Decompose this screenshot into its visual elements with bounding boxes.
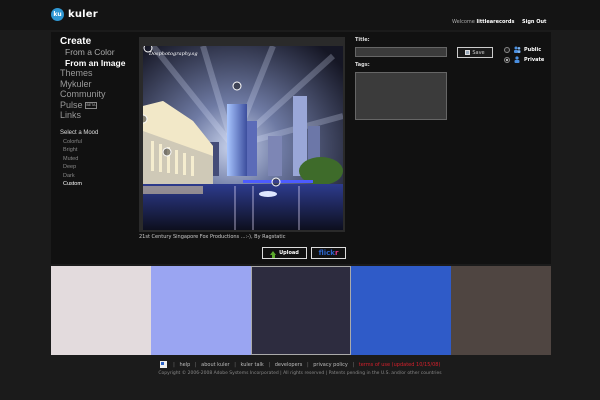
footer-link-privacy[interactable]: privacy policy [313,362,348,368]
source-photo: Dosphotography.sg [143,46,343,230]
left-nav: Create From a Color From an Image Themes… [60,36,125,189]
private-label: Private [524,57,545,63]
color-picker-handle[interactable] [143,114,148,124]
upload-button[interactable]: Upload [262,247,307,259]
footer-link-kuler-talk[interactable]: kuler talk [240,362,263,368]
night-skyline-image: Dosphotography.sg [143,46,343,230]
copyright-text: Copyright © 2006-2008 Adobe Systems Inco… [158,371,442,376]
footer-link-help[interactable]: help [179,362,190,368]
mood-custom[interactable]: Custom [60,180,125,189]
swatch-3[interactable] [251,266,351,355]
save-label: Save [472,49,485,56]
color-picker-handle[interactable] [271,177,281,187]
title-label: Title: [355,37,370,43]
mood-muted[interactable]: Muted [60,155,125,164]
color-picker-handle[interactable] [162,147,172,157]
app-header: ku kuler Welcome littlearecords Sign Out [0,0,600,30]
nav-from-color[interactable]: From a Color [60,47,125,58]
mood-title: Select a Mood [60,129,99,136]
nav-mykuler[interactable]: Mykuler [60,79,125,90]
tags-label: Tags: [355,62,370,68]
mood-colorful[interactable]: Colorful [60,138,125,147]
floppy-disk-icon [465,50,471,55]
photo-watermark: Dosphotography.sg [148,51,198,57]
app-name: kuler [68,9,98,20]
flickr-logo-blue: flick [318,249,335,257]
photo-caption[interactable]: 21st Century Singapore Fox Productions .… [139,234,285,240]
footer-link-developers[interactable]: developers [275,362,303,368]
upload-label: Upload [279,250,299,256]
private-radio[interactable] [504,57,510,63]
swatch-2[interactable] [151,266,251,355]
welcome-prefix: Welcome [452,19,477,25]
footer-link-terms[interactable]: terms of use (updated 10/15/08) [359,362,441,368]
kuler-logo-icon: ku [51,8,64,21]
tags-input[interactable] [355,72,447,120]
swatch-4[interactable] [351,266,451,355]
nav-from-image[interactable]: From an Image [60,58,125,69]
mood-bright[interactable]: Bright [60,146,125,155]
beta-badge: BETA [84,101,98,109]
upload-arrow-icon [270,251,277,258]
nav-themes[interactable]: Themes [60,68,125,79]
flickr-logo-pink: r [334,249,339,257]
footer-links: | help | about kuler | kuler talk | deve… [0,361,600,368]
nav-links[interactable]: Links [60,110,125,121]
nav-community[interactable]: Community [60,89,125,100]
mood-deep[interactable]: Deep [60,163,125,172]
username[interactable]: littlearecords [476,19,514,25]
color-theme-swatches [51,266,551,355]
nav-create[interactable]: Create [60,36,125,47]
group-icon [514,46,521,53]
sign-out-link[interactable]: Sign Out [522,19,546,25]
footer-link-about[interactable]: about kuler [201,362,229,368]
title-input[interactable] [355,47,447,57]
nav-pulse[interactable]: Pulse BETA [60,100,125,111]
save-button[interactable]: Save [457,47,493,58]
creative-commons-icon[interactable] [159,361,167,368]
user-icon [514,56,520,63]
swatch-1[interactable] [51,266,151,355]
flickr-button[interactable]: flick r [311,247,346,259]
welcome-text: Welcome littlearecords [452,19,514,25]
swatch-5[interactable] [451,266,551,355]
color-picker-handle[interactable] [232,81,242,91]
mood-dark[interactable]: Dark [60,172,125,181]
public-radio[interactable] [504,47,510,53]
public-label: Public [524,47,542,53]
nav-pulse-label: Pulse [60,99,83,110]
kuler-logo[interactable]: ku kuler [51,8,98,21]
